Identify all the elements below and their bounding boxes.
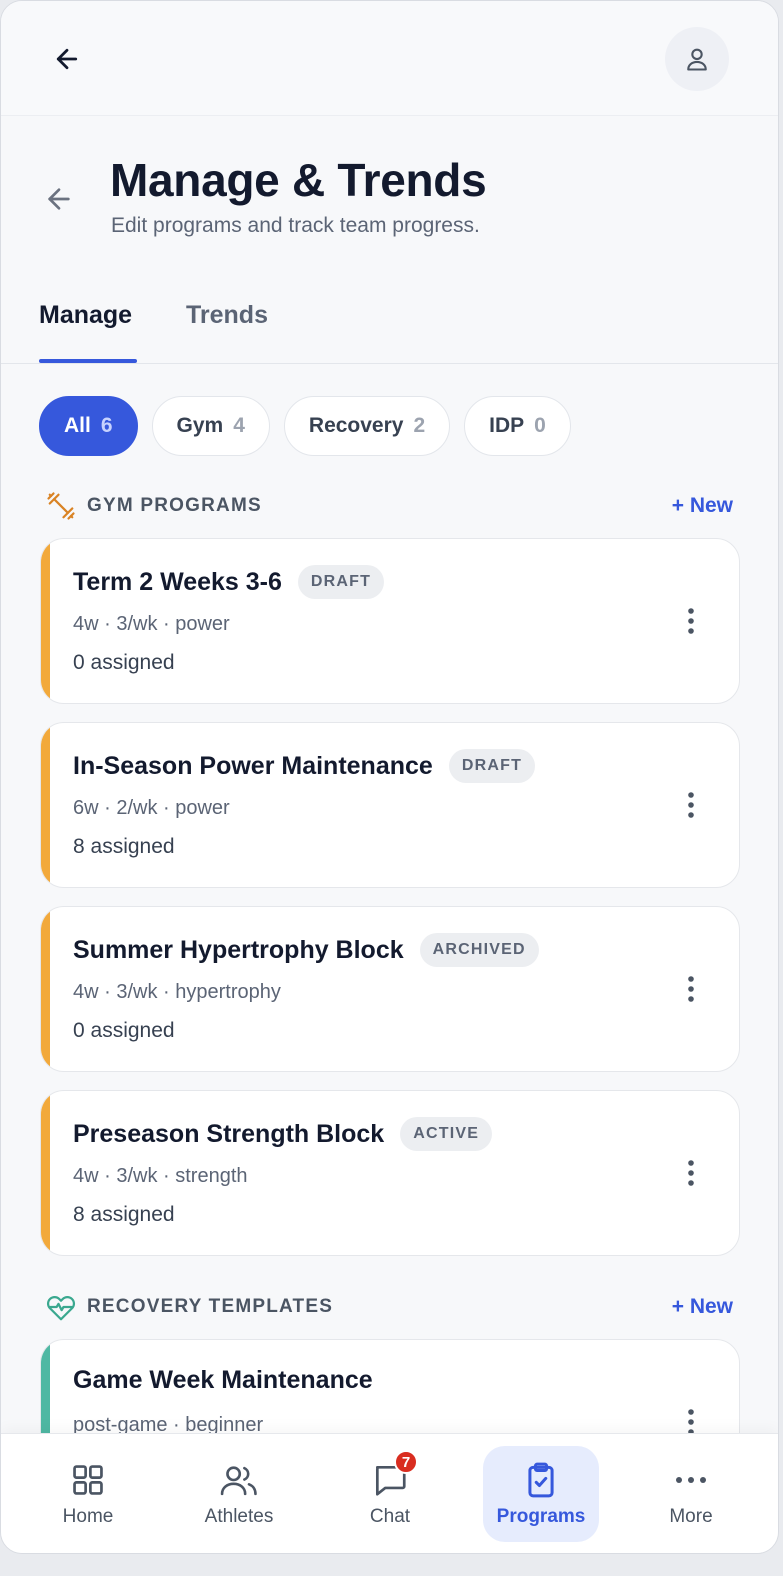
heart-pulse-icon xyxy=(45,1291,77,1323)
recovery-templates-header: RECOVERY TEMPLATES + New xyxy=(45,1290,735,1324)
program-card[interactable]: Preseason Strength Block ACTIVE 4w · 3/w… xyxy=(40,1090,740,1256)
grid-icon xyxy=(68,1460,108,1500)
more-vertical-icon[interactable] xyxy=(671,1151,711,1195)
program-title: In-Season Power Maintenance xyxy=(73,751,433,780)
program-title: Term 2 Weeks 3-6 xyxy=(73,567,282,596)
users-icon xyxy=(219,1460,259,1500)
clipboard-check-icon xyxy=(521,1460,561,1500)
program-card[interactable]: Summer Hypertrophy Block ARCHIVED 4w · 3… xyxy=(40,906,740,1072)
template-title: Game Week Maintenance xyxy=(73,1366,373,1394)
profile-avatar-button[interactable] xyxy=(665,27,729,91)
nav-label: Athletes xyxy=(204,1506,274,1527)
section-title: RECOVERY TEMPLATES xyxy=(87,1296,334,1317)
page-title: Manage & Trends xyxy=(110,154,487,206)
filter-chip-idp[interactable]: IDP 0 xyxy=(464,396,571,456)
more-vertical-icon[interactable] xyxy=(671,967,711,1011)
program-meta: 4w · 3/wk · hypertrophy xyxy=(73,981,281,1003)
card-accent xyxy=(41,1091,50,1255)
section-title: GYM PROGRAMS xyxy=(87,495,262,516)
more-vertical-icon[interactable] xyxy=(671,783,711,827)
page-back-arrow-icon[interactable] xyxy=(37,177,81,221)
chat-icon: 7 xyxy=(370,1450,418,1500)
new-gym-program-button[interactable]: + New xyxy=(672,494,733,518)
status-badge: ACTIVE xyxy=(400,1117,493,1151)
program-title: Summer Hypertrophy Block xyxy=(73,935,404,964)
status-badge: DRAFT xyxy=(297,565,385,599)
page-subtitle: Edit programs and track team progress. xyxy=(111,214,480,237)
chip-count: 2 xyxy=(413,414,426,437)
active-tab-indicator xyxy=(39,359,137,363)
chip-count: 4 xyxy=(233,414,245,437)
tab-bar: Manage Trends xyxy=(1,291,778,364)
chip-label: Gym xyxy=(176,414,224,437)
nav-label: More xyxy=(669,1506,713,1527)
chip-label: All xyxy=(64,414,91,437)
nav-label: Chat xyxy=(369,1506,411,1527)
nav-more[interactable]: More xyxy=(633,1446,749,1542)
more-icon xyxy=(671,1460,711,1500)
assigned-count: 0 assigned xyxy=(73,651,175,674)
bottom-navigation: Home Athletes 7 Chat Programs More xyxy=(1,1433,778,1553)
chip-label: IDP xyxy=(489,414,525,437)
program-card[interactable]: Term 2 Weeks 3-6 DRAFT 4w · 3/wk · power… xyxy=(40,538,740,704)
chip-count: 0 xyxy=(534,414,546,437)
assigned-count: 0 assigned xyxy=(73,1019,175,1042)
filter-chip-all[interactable]: All 6 xyxy=(39,396,138,456)
program-meta: 4w · 3/wk · power xyxy=(73,613,230,635)
back-arrow-icon[interactable] xyxy=(45,37,89,81)
chip-count: 6 xyxy=(100,414,113,437)
filter-chip-gym[interactable]: Gym 4 xyxy=(151,396,270,456)
nav-chat[interactable]: 7 Chat xyxy=(332,1446,448,1542)
nav-home[interactable]: Home xyxy=(30,1446,146,1542)
tab-trends[interactable]: Trends xyxy=(186,301,268,330)
chip-label: Recovery xyxy=(308,414,404,437)
assigned-count: 8 assigned xyxy=(73,1203,175,1226)
assigned-count: 8 assigned xyxy=(73,835,175,858)
filter-chip-recovery[interactable]: Recovery 2 xyxy=(283,396,451,456)
filter-chips: All 6 Gym 4 Recovery 2 IDP 0 xyxy=(39,396,571,456)
card-accent xyxy=(41,907,50,1071)
program-title: Preseason Strength Block xyxy=(73,1119,385,1148)
nav-label: Programs xyxy=(496,1506,586,1527)
top-bar xyxy=(1,1,778,116)
program-card[interactable]: In-Season Power Maintenance DRAFT 6w · 2… xyxy=(40,722,740,888)
program-meta: 4w · 3/wk · strength xyxy=(73,1165,248,1187)
nav-label: Home xyxy=(62,1506,114,1527)
tab-manage[interactable]: Manage xyxy=(39,301,132,330)
more-vertical-icon[interactable] xyxy=(671,599,711,643)
card-accent xyxy=(41,539,50,703)
card-accent xyxy=(41,723,50,887)
app-frame: Manage & Trends Edit programs and track … xyxy=(0,0,779,1554)
status-badge: DRAFT xyxy=(448,749,536,783)
program-meta: 6w · 2/wk · power xyxy=(73,797,230,819)
nav-programs[interactable]: Programs xyxy=(483,1446,599,1542)
dumbbell-icon xyxy=(45,490,77,522)
user-icon xyxy=(687,48,707,71)
gym-programs-header: GYM PROGRAMS + New xyxy=(45,489,735,523)
nav-athletes[interactable]: Athletes xyxy=(181,1446,297,1542)
new-recovery-template-button[interactable]: + New xyxy=(672,1295,733,1319)
unread-badge: 7 xyxy=(394,1450,418,1474)
status-badge: ARCHIVED xyxy=(419,933,539,967)
